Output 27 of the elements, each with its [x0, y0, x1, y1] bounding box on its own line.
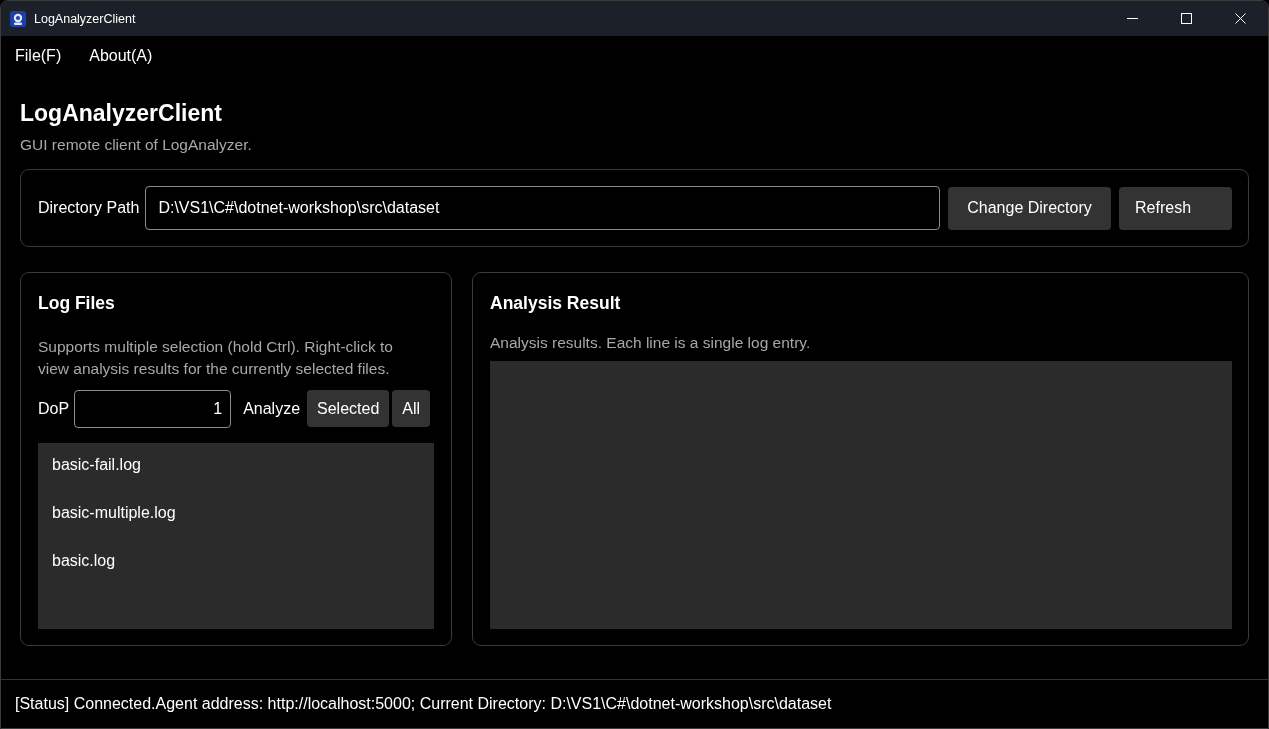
directory-label: Directory Path	[38, 199, 140, 217]
app-subtitle: GUI remote client of LogAnalyzer.	[20, 135, 253, 155]
app-icon	[10, 10, 26, 27]
refresh-button[interactable]: Refresh	[1119, 186, 1232, 230]
menu-item[interactable]: About(A)	[79, 41, 163, 71]
log-files-title: Log Files	[38, 292, 116, 315]
dop-field[interactable]: 1	[74, 389, 232, 428]
window-title: LogAnalyzerClient	[34, 11, 136, 26]
result-output-field[interactable]	[490, 361, 1232, 629]
directory-path-field[interactable]: D:\VS1\C#\dotnet-workshop\src\dataset	[145, 186, 940, 230]
analyze-selected-button[interactable]: Selected	[307, 390, 390, 427]
status-text: [Status] Connected.Agent address: http://localhost:5000; Current Directory: D:\VS1\C#\dotnet-workshop\src\dataset	[15, 695, 832, 713]
analyze-all-button[interactable]: All	[392, 390, 431, 427]
close-icon	[1234, 13, 1246, 24]
file-list-item[interactable]: basic-fail.log	[38, 443, 434, 487]
log-files-description: Supports multiple selection (hold Ctrl). Right-click to view analysis results for the currently selected files.	[38, 337, 394, 379]
analyze-label: Analyze	[243, 399, 301, 418]
file-list-item[interactable]: basic.log	[38, 539, 434, 583]
analysis-result-title: Analysis Result	[490, 292, 622, 315]
maximize-icon	[1180, 13, 1192, 24]
analysis-result-description: Analysis results. Each line is a single log entry.	[490, 333, 812, 353]
dop-label: DoP	[38, 399, 70, 418]
file-list-item[interactable]: basic-multiple.log	[38, 491, 434, 535]
app-title: LogAnalyzerClient	[20, 99, 223, 127]
minimize-icon	[1126, 18, 1138, 19]
menu-item[interactable]: File(F)	[5, 41, 72, 71]
change-directory-button[interactable]: Change Directory	[948, 186, 1111, 230]
